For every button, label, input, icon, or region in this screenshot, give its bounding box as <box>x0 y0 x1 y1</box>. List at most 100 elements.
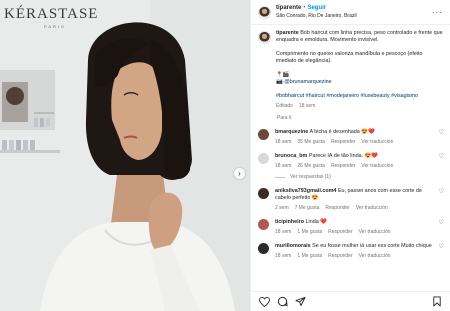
post-header: tiparente • Seguir São Conrado, Rio De Jan… <box>251 0 450 25</box>
reply-button[interactable]: Responder <box>328 253 352 259</box>
comment-text: Parece IA de tão linda. <box>308 153 364 159</box>
caption-line-1: Bob haircut com linha precisa, peso cont… <box>276 30 443 43</box>
comment-time: 2 sem <box>275 205 289 211</box>
header-text: tiparente • Seguir São Conrado, Rio De Jan… <box>276 4 432 20</box>
comment-username[interactable]: murillomorais <box>275 243 311 249</box>
caption-username[interactable]: tiparente <box>276 30 299 36</box>
bookmark-icon[interactable] <box>431 296 443 308</box>
avatar[interactable] <box>258 129 269 140</box>
avatar[interactable] <box>258 219 269 230</box>
comment-meta: 2 sem 7 Me gusta Responder Ver traducció… <box>275 205 436 211</box>
translate-label[interactable]: Para ti <box>277 115 444 121</box>
comment-likes[interactable]: 35 Me gusta <box>297 139 325 145</box>
comment-time: 18 sem <box>275 163 292 169</box>
comment-likes[interactable]: 1 Me gusta <box>297 253 322 259</box>
brand-logo-text: KÉRASTASE <box>4 6 99 22</box>
reply-button[interactable]: Responder <box>331 163 355 169</box>
post-sidebar: tiparente • Seguir São Conrado, Rio De Jan… <box>250 0 450 311</box>
follow-button[interactable]: Seguir <box>307 5 326 11</box>
action-bar <box>251 291 450 311</box>
view-replies-label[interactable]: Ver respuestas (1) <box>290 174 331 180</box>
comment-text-line: brunoca_bm Parece IA de tão linda. 😍❤️ <box>275 153 436 160</box>
comment-emoji: 😍❤️ <box>364 153 379 159</box>
comment-emoji: ❤️ <box>320 219 327 225</box>
location-link[interactable]: São Conrado, Rio De Janeiro, Brazil <box>276 12 432 20</box>
heart-icon[interactable]: ♡ <box>436 129 444 136</box>
comment-text-line: ticipinheiro Linda ❤️ <box>275 219 436 226</box>
translate-button[interactable]: Ver traducción <box>361 139 393 145</box>
comment-text-line: murillomorais Se eu fosse mulher iá usar… <box>275 243 436 250</box>
comment-body: bmarquezine A bicha é desenhada 😍❤️ 18 s… <box>275 129 436 145</box>
edited-label: Editado <box>276 103 293 109</box>
more-horizontal-icon[interactable]: ··· <box>432 8 443 17</box>
hashtags[interactable]: #bobhaircut #haircut #modejaneiro #luxeb… <box>276 93 444 100</box>
avatar[interactable] <box>258 31 271 44</box>
comment-icon[interactable] <box>276 296 288 308</box>
comment-body: aniksilva793gmail.com4 Eu, passei anos c… <box>275 188 436 211</box>
comment-meta: 18 sem 1 Me gusta Responder Ver traducci… <box>275 229 436 235</box>
comment-text-line: aniksilva793gmail.com4 Eu, passei anos c… <box>275 188 436 202</box>
comment-meta: 18 sem 35 Me gusta Responder Ver traducc… <box>275 139 436 145</box>
comment-emoji: 😍❤️ <box>361 129 375 135</box>
comment-item: murillomorais Se eu fosse mulher iá usar… <box>258 243 444 259</box>
comment-time: 18 sem <box>275 253 292 259</box>
caption-body: tiparente Bob haircut com linha precisa,… <box>276 30 444 110</box>
comment-likes[interactable]: 26 Me gusta <box>297 163 325 169</box>
translate-button[interactable]: Ver traducción <box>359 253 391 259</box>
comment-body: murillomorais Se eu fosse mulher iá usar… <box>275 243 436 259</box>
brand-logo-subtext: PARIS <box>44 24 66 29</box>
mention-link[interactable]: @brunamarquezine <box>284 79 331 85</box>
heart-icon[interactable] <box>258 296 270 308</box>
send-icon[interactable] <box>294 296 306 308</box>
heart-icon[interactable]: ♡ <box>436 243 444 250</box>
comment-item: ticipinheiro Linda ❤️ 18 sem 1 Me gusta … <box>258 219 444 235</box>
comment-likes[interactable]: 1 Me gusta <box>297 229 322 235</box>
heart-icon[interactable]: ♡ <box>436 188 444 195</box>
caption: tiparente Bob haircut com linha precisa,… <box>258 30 444 110</box>
comment-time: 18 sem <box>275 139 292 145</box>
translate-button[interactable]: Ver traducción <box>356 205 388 211</box>
heart-icon[interactable]: ♡ <box>436 153 444 160</box>
comment-username[interactable]: ticipinheiro <box>275 219 304 225</box>
chevron-right-icon[interactable]: › <box>234 168 245 179</box>
comment-username[interactable]: aniksilva793gmail.com4 <box>275 188 336 194</box>
comment-body: ticipinheiro Linda ❤️ 18 sem 1 Me gusta … <box>275 219 436 235</box>
comment-likes[interactable]: 7 Me gusta <box>295 205 320 211</box>
comments-list: bmarquezine A bicha é desenhada 😍❤️ 18 s… <box>258 129 444 259</box>
comment-username[interactable]: brunoca_bm <box>275 153 307 159</box>
caption-meta: Editado 18 sem <box>276 103 444 110</box>
instagram-post-modal: KÉRASTASE PARIS › tiparente • Seguir São C… <box>0 0 450 311</box>
credits-emojis: 📍🎬 <box>276 72 290 78</box>
comment-time: 18 sem <box>275 229 292 235</box>
view-replies-button[interactable]: Ver respuestas (1) <box>275 174 444 180</box>
translate-button[interactable]: Ver traducción <box>361 163 393 169</box>
portrait-illustration <box>0 0 250 311</box>
comments-scroll-area[interactable]: tiparente Bob haircut com linha precisa,… <box>251 26 450 291</box>
comment-text-line: bmarquezine A bicha é desenhada 😍❤️ <box>275 129 436 136</box>
comment-item: bmarquezine A bicha é desenhada 😍❤️ 18 s… <box>258 129 444 145</box>
post-image[interactable]: KÉRASTASE PARIS › <box>0 0 250 311</box>
heart-icon[interactable]: ♡ <box>436 219 444 226</box>
replies-line <box>275 176 285 178</box>
caption-line-2: Comprimento no queixo valoriza mandíbula… <box>276 51 423 64</box>
reply-button[interactable]: Responder <box>325 205 349 211</box>
author-username[interactable]: tiparente <box>276 5 301 11</box>
comment-body: brunoca_bm Parece IA de tão linda. 😍❤️ 1… <box>275 153 436 169</box>
avatar[interactable] <box>258 243 269 254</box>
comment-meta: 18 sem 1 Me gusta Responder Ver traducci… <box>275 253 436 259</box>
avatar[interactable] <box>258 5 271 19</box>
camera-icon: 📷 <box>276 79 283 85</box>
comment-text: Linda <box>305 219 319 225</box>
comment-text: Se eu fosse mulher iá usar ess corte Mui… <box>312 243 432 249</box>
comment-meta: 18 sem 26 Me gusta Responder Ver traducc… <box>275 163 436 169</box>
reply-button[interactable]: Responder <box>331 139 355 145</box>
comment-username[interactable]: bmarquezine <box>275 129 308 135</box>
caption-time: 18 sem <box>298 103 316 109</box>
comment-text: A bicha é desenhada <box>309 129 360 135</box>
comment-emoji: 😍 <box>311 195 319 201</box>
reply-button[interactable]: Responder <box>328 229 352 235</box>
avatar[interactable] <box>258 153 269 164</box>
avatar[interactable] <box>258 188 269 199</box>
translate-button[interactable]: Ver traducción <box>359 229 391 235</box>
comment-item: brunoca_bm Parece IA de tão linda. 😍❤️ 1… <box>258 153 444 169</box>
